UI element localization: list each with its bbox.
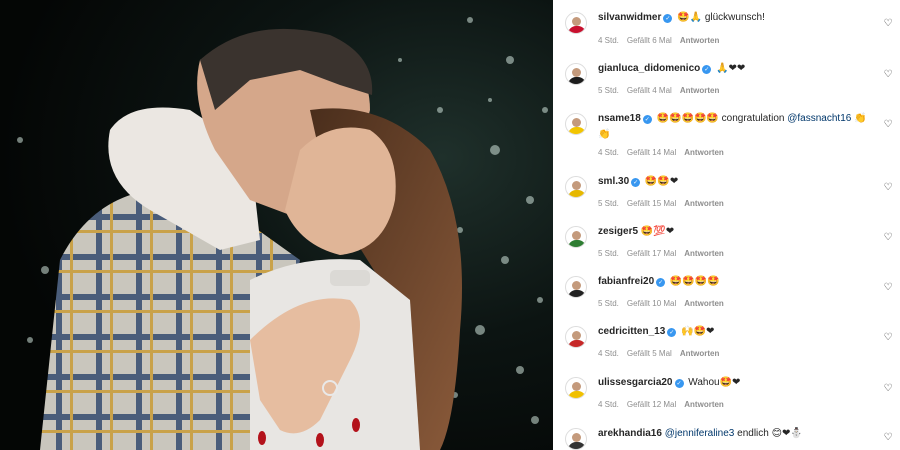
avatar[interactable] bbox=[565, 113, 587, 135]
comment-meta: 5 Std. Gefällt 10 Mal Antworten bbox=[598, 299, 732, 308]
reply-button[interactable]: Antworten bbox=[680, 86, 720, 95]
comment-text: Wahou🤩❤ bbox=[688, 377, 741, 388]
comment-likes[interactable]: Gefällt 4 Mal bbox=[627, 86, 672, 95]
comment-body: ulissesgarcia20 ✓ Wahou🤩❤ bbox=[598, 375, 868, 391]
comment-username[interactable]: zesiger5 bbox=[598, 226, 638, 237]
comment-text: endlich 😊❤⛄ bbox=[737, 428, 803, 439]
comment-body: cedricitten_13 ✓ 🙌🤩❤ bbox=[598, 324, 868, 340]
comment-likes[interactable]: Gefällt 14 Mal bbox=[627, 148, 676, 157]
comment-meta: 5 Std. Gefällt 15 Mal Antworten bbox=[598, 199, 732, 208]
avatar[interactable] bbox=[565, 377, 587, 399]
verified-badge-icon: ✓ bbox=[656, 278, 666, 287]
comment-time[interactable]: 5 Std. bbox=[598, 199, 619, 208]
comment-emoji: 🤩💯❤ bbox=[640, 226, 675, 237]
comment-username[interactable]: arekhandia16 bbox=[598, 428, 662, 439]
avatar[interactable] bbox=[565, 63, 587, 85]
verified-badge-icon: ✓ bbox=[631, 178, 641, 187]
reply-button[interactable]: Antworten bbox=[684, 249, 724, 258]
verified-badge-icon: ✓ bbox=[642, 115, 652, 124]
verified-badge-icon: ✓ bbox=[667, 328, 677, 337]
comment-body: nsame18 ✓ 🤩🤩🤩🤩🤩 congratulation @fassnacht… bbox=[598, 111, 868, 143]
heart-outline-icon[interactable]: ♡ bbox=[882, 282, 894, 294]
comment-time[interactable]: 4 Std. bbox=[598, 349, 619, 358]
comment-time[interactable]: 5 Std. bbox=[598, 299, 619, 308]
reply-button[interactable]: Antworten bbox=[680, 349, 720, 358]
avatar[interactable] bbox=[565, 326, 587, 348]
comment-mention[interactable]: @fassnacht16 bbox=[787, 113, 851, 124]
comment-body: fabianfrei20 ✓ 🤩🤩🤩🤩 bbox=[598, 274, 868, 290]
comment-mention[interactable]: @jenniferaline3 bbox=[665, 428, 735, 439]
comment-meta: 4 Std. Gefällt 14 Mal Antworten bbox=[598, 148, 732, 157]
comment-username[interactable]: ulissesgarcia20 bbox=[598, 377, 673, 388]
heart-outline-icon[interactable]: ♡ bbox=[882, 332, 894, 344]
comment-meta: 4 Std. Gefällt 12 Mal Antworten bbox=[598, 400, 732, 409]
comment-meta: 5 Std. Gefällt 4 Mal Antworten bbox=[598, 86, 727, 95]
comment-emoji: 🤩🤩🤩🤩 bbox=[669, 276, 720, 287]
comment-username[interactable]: silvanwidmer bbox=[598, 12, 661, 23]
heart-outline-icon[interactable]: ♡ bbox=[882, 18, 894, 30]
heart-outline-icon[interactable]: ♡ bbox=[882, 69, 894, 81]
comment-username[interactable]: cedricitten_13 bbox=[598, 326, 665, 337]
comment-body: gianluca_didomenico ✓ 🙏❤❤ bbox=[598, 61, 868, 77]
comment-likes[interactable]: Gefällt 6 Mal bbox=[627, 36, 672, 45]
reply-button[interactable]: Antworten bbox=[680, 36, 720, 45]
comment-likes[interactable]: Gefällt 5 Mal bbox=[627, 349, 672, 358]
heart-outline-icon[interactable]: ♡ bbox=[882, 232, 894, 244]
reply-button[interactable]: Antworten bbox=[684, 199, 724, 208]
reply-button[interactable]: Antworten bbox=[684, 148, 724, 157]
reply-button[interactable]: Antworten bbox=[684, 400, 724, 409]
comment-likes[interactable]: Gefällt 17 Mal bbox=[627, 249, 676, 258]
comment-username[interactable]: gianluca_didomenico bbox=[598, 63, 700, 74]
avatar[interactable] bbox=[565, 226, 587, 248]
comment-time[interactable]: 5 Std. bbox=[598, 249, 619, 258]
comment-body: zesiger5 🤩💯❤ bbox=[598, 224, 868, 240]
comment-text: glückwunsch! bbox=[704, 12, 765, 23]
verified-badge-icon: ✓ bbox=[663, 14, 673, 23]
comment-username[interactable]: fabianfrei20 bbox=[598, 276, 654, 287]
reply-button[interactable]: Antworten bbox=[684, 299, 724, 308]
comment-emoji: 🤩🙏 bbox=[677, 12, 703, 23]
comment-body: sml.30 ✓ 🤩🤩❤ bbox=[598, 174, 868, 190]
comment-username[interactable]: nsame18 bbox=[598, 113, 641, 124]
comment-body: silvanwidmer ✓ 🤩🙏 glückwunsch! bbox=[598, 10, 868, 26]
comment-time[interactable]: 4 Std. bbox=[598, 148, 619, 157]
verified-badge-icon: ✓ bbox=[702, 65, 712, 74]
avatar[interactable] bbox=[565, 176, 587, 198]
avatar[interactable] bbox=[565, 12, 587, 34]
heart-outline-icon[interactable]: ♡ bbox=[882, 182, 894, 194]
comment-body: arekhandia16 @jenniferaline3 endlich 😊❤⛄ bbox=[598, 426, 868, 442]
comment-likes[interactable]: Gefällt 15 Mal bbox=[627, 199, 676, 208]
comment-meta: 4 Std. Gefällt 6 Mal Antworten bbox=[598, 36, 727, 45]
comment-text: congratulation bbox=[721, 113, 785, 124]
avatar[interactable] bbox=[565, 276, 587, 298]
avatar[interactable] bbox=[565, 428, 587, 450]
comment-emoji: 🤩🤩🤩🤩🤩 bbox=[656, 113, 719, 124]
heart-outline-icon[interactable]: ♡ bbox=[882, 432, 894, 444]
comment-time[interactable]: 5 Std. bbox=[598, 86, 619, 95]
post-photo bbox=[0, 0, 553, 450]
heart-outline-icon[interactable]: ♡ bbox=[882, 383, 894, 395]
comment-username[interactable]: sml.30 bbox=[598, 176, 629, 187]
comment-emoji: 🙌🤩❤ bbox=[681, 326, 715, 337]
comment-emoji: 🙏❤❤ bbox=[716, 63, 746, 74]
couple-kissing-image bbox=[0, 0, 553, 450]
comment-likes[interactable]: Gefällt 12 Mal bbox=[627, 400, 676, 409]
heart-outline-icon[interactable]: ♡ bbox=[882, 119, 894, 131]
comment-time[interactable]: 4 Std. bbox=[598, 36, 619, 45]
comment-meta: 4 Std. Gefällt 5 Mal Antworten bbox=[598, 349, 727, 358]
comment-meta: 5 Std. Gefällt 17 Mal Antworten bbox=[598, 249, 732, 258]
comments-panel: silvanwidmer ✓ 🤩🙏 glückwunsch! 4 Std. Gefä… bbox=[553, 0, 900, 450]
comment-likes[interactable]: Gefällt 10 Mal bbox=[627, 299, 676, 308]
comment-time[interactable]: 4 Std. bbox=[598, 400, 619, 409]
verified-badge-icon: ✓ bbox=[674, 379, 684, 388]
comment-emoji: 🤩🤩❤ bbox=[644, 176, 679, 187]
